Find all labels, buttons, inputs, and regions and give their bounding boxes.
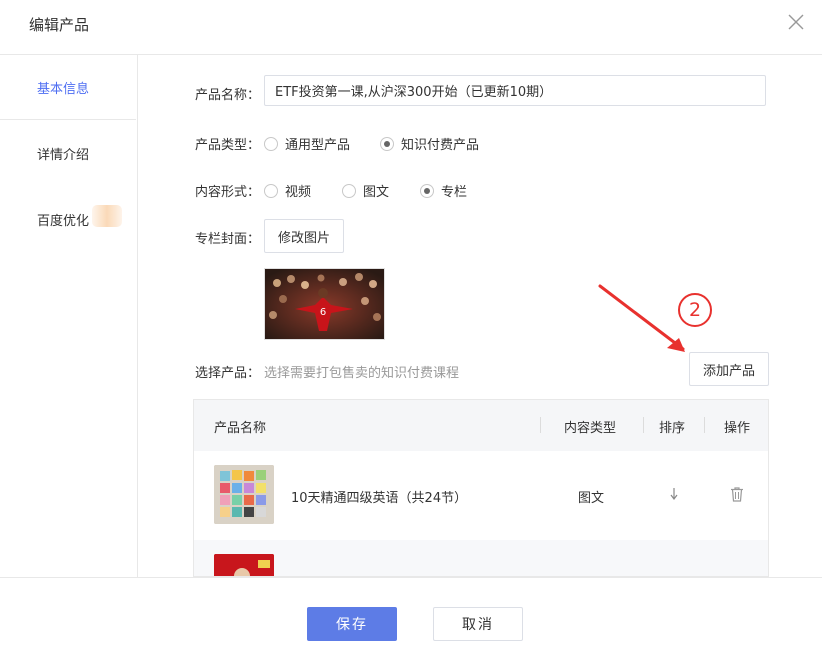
cover-image: 6 bbox=[264, 268, 385, 340]
sidebar-divider bbox=[0, 119, 136, 120]
column-separator bbox=[540, 417, 541, 433]
column-separator bbox=[704, 417, 705, 433]
radio-label: 图文 bbox=[363, 185, 390, 200]
product-name: 10天精通四级英语（共24节） bbox=[291, 491, 468, 506]
footer-divider bbox=[0, 577, 822, 578]
column-separator bbox=[643, 417, 644, 433]
radio-video[interactable]: 视频 bbox=[264, 181, 311, 200]
column-header-order: 排序 bbox=[659, 421, 686, 436]
annotation-arrow bbox=[598, 284, 685, 352]
svg-text:6: 6 bbox=[320, 307, 326, 318]
change-image-button[interactable]: 修改图片 bbox=[264, 219, 344, 253]
radio-circle-checked bbox=[380, 136, 394, 151]
select-product-label: 选择产品： bbox=[195, 366, 261, 381]
save-button[interactable]: 保存 bbox=[307, 607, 397, 641]
select-product-hint: 选择需要打包售卖的知识付费课程 bbox=[264, 366, 460, 381]
table-header: 产品名称 内容类型 排序 操作 bbox=[194, 400, 768, 452]
radio-general-product[interactable]: 通用型产品 bbox=[264, 134, 350, 153]
arrow-down-icon[interactable] bbox=[668, 487, 680, 501]
column-header-type: 内容类型 bbox=[564, 421, 617, 436]
dialog-title: 编辑产品 bbox=[29, 16, 90, 34]
content-format-label: 内容形式： bbox=[195, 185, 261, 200]
radio-column[interactable]: 专栏 bbox=[420, 181, 467, 200]
cancel-button[interactable]: 取消 bbox=[433, 607, 523, 641]
radio-knowledge-product[interactable]: 知识付费产品 bbox=[380, 134, 479, 153]
radio-circle bbox=[342, 183, 356, 198]
annotation-number: 2 bbox=[678, 293, 712, 327]
product-thumbnail bbox=[214, 465, 274, 524]
radio-article[interactable]: 图文 bbox=[342, 181, 389, 200]
radio-circle-checked bbox=[420, 183, 434, 198]
radio-label: 通用型产品 bbox=[285, 138, 351, 153]
sidebar-item-label: 百度优化 bbox=[37, 214, 90, 229]
product-table: 产品名称 内容类型 排序 操作 10天精通四级英语（共24节） 图文 bbox=[193, 399, 769, 577]
radio-circle bbox=[264, 136, 278, 151]
radio-label: 专栏 bbox=[441, 185, 468, 200]
radio-label: 知识付费产品 bbox=[401, 138, 480, 153]
product-type-label: 产品类型： bbox=[195, 138, 261, 153]
table-row: 10天精通四级英语（共24节） 图文 bbox=[194, 451, 768, 540]
radio-circle bbox=[264, 183, 278, 198]
sidebar-nav: 基本信息 详情介绍 百度优化 bbox=[0, 55, 138, 577]
sidebar-item-label: 基本信息 bbox=[37, 82, 90, 97]
trash-icon[interactable] bbox=[729, 486, 745, 502]
table-row bbox=[194, 540, 768, 576]
product-name-input[interactable] bbox=[264, 75, 766, 106]
product-thumbnail bbox=[214, 554, 274, 576]
column-header-action: 操作 bbox=[724, 421, 751, 436]
sidebar-item-details[interactable]: 详情介绍 bbox=[0, 144, 136, 164]
close-icon[interactable] bbox=[786, 12, 806, 32]
sidebar-item-label: 详情介绍 bbox=[37, 148, 90, 163]
add-product-button[interactable]: 添加产品 bbox=[689, 352, 769, 386]
sidebar-item-basic-info[interactable]: 基本信息 bbox=[0, 78, 136, 98]
product-type: 图文 bbox=[578, 491, 605, 506]
product-name-label: 产品名称： bbox=[195, 88, 261, 103]
cover-label: 专栏封面： bbox=[195, 232, 261, 247]
radio-label: 视频 bbox=[285, 185, 312, 200]
column-header-name: 产品名称 bbox=[214, 421, 267, 436]
blur-decoration bbox=[92, 205, 122, 227]
